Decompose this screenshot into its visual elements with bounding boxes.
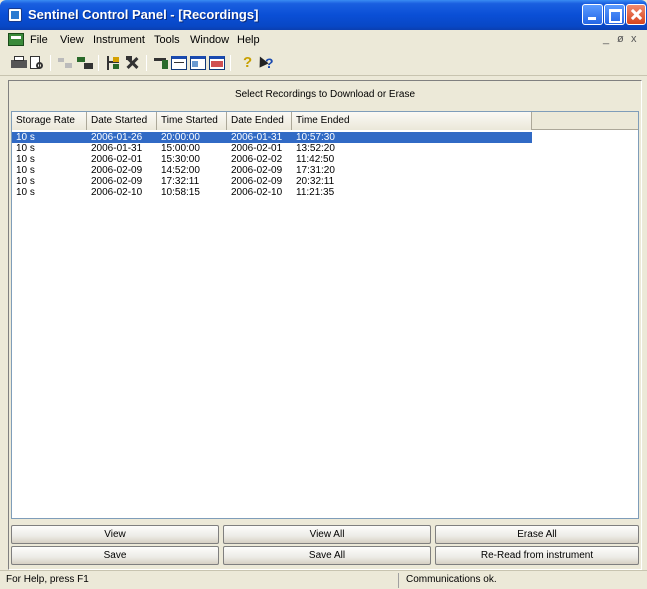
cell-storage-rate: 10 s — [16, 187, 35, 198]
window-icon-1[interactable] — [170, 54, 188, 72]
cell-date-ended: 2006-02-09 — [231, 165, 283, 176]
cell-time-ended: 10:57:30 — [296, 132, 335, 143]
help-icon[interactable]: ? — [238, 54, 256, 72]
save-button[interactable]: Save — [11, 546, 219, 565]
status-help-text: For Help, press F1 — [6, 574, 89, 585]
connect-icon[interactable] — [76, 54, 94, 72]
cell-date-ended: 2006-01-31 — [231, 132, 283, 143]
close-button[interactable] — [626, 4, 646, 25]
cell-date-started: 2006-02-09 — [91, 165, 143, 176]
table-row[interactable]: 10 s 2006-02-09 14:52:00 2006-02-09 17:3… — [12, 165, 532, 176]
cell-date-started: 2006-02-10 — [91, 187, 143, 198]
mdi-restore-button[interactable]: ø — [617, 33, 624, 45]
cell-storage-rate: 10 s — [16, 165, 35, 176]
app-icon[interactable] — [8, 8, 22, 22]
toolbar-separator — [146, 55, 147, 71]
reread-button[interactable]: Re-Read from instrument — [435, 546, 639, 565]
cell-time-ended: 11:21:35 — [296, 187, 335, 198]
view-all-button[interactable]: View All — [223, 525, 431, 544]
cell-date-started: 2006-01-26 — [91, 132, 143, 143]
toolbar-separator — [98, 55, 99, 71]
window-icon-3[interactable] — [208, 54, 226, 72]
context-help-icon[interactable]: ? — [255, 54, 274, 72]
disconnect-icon[interactable] — [56, 54, 74, 72]
cell-storage-rate: 10 s — [16, 132, 35, 143]
cell-time-started: 14:52:00 — [161, 165, 200, 176]
menu-window[interactable]: Window — [190, 34, 229, 46]
cell-date-started: 2006-02-09 — [91, 176, 143, 187]
erase-all-button[interactable]: Erase All — [435, 525, 639, 544]
cell-time-started: 15:30:00 — [161, 154, 200, 165]
maximize-button[interactable] — [604, 4, 625, 25]
cell-time-started: 10:58:15 — [161, 187, 200, 198]
column-header-time-ended[interactable]: Time Ended — [292, 112, 532, 130]
cell-time-ended: 20:32:11 — [296, 176, 335, 187]
status-comms-text: Communications ok. — [406, 574, 497, 585]
table-row[interactable]: 10 s 2006-02-10 10:58:15 2006-02-10 11:2… — [12, 187, 532, 198]
view-button[interactable]: View — [11, 525, 219, 544]
recordings-panel: Select Recordings to Download or Erase S… — [8, 80, 642, 570]
cell-storage-rate: 10 s — [16, 176, 35, 187]
table-row[interactable]: 10 s 2006-02-01 15:30:00 2006-02-02 11:4… — [12, 154, 532, 165]
app-window: Sentinel Control Panel - [Recordings] Fi… — [0, 0, 647, 589]
status-bar: For Help, press F1 Communications ok. — [0, 570, 647, 589]
column-header-time-started[interactable]: Time Started — [157, 112, 227, 130]
print-icon[interactable] — [10, 54, 28, 72]
window-title: Sentinel Control Panel - [Recordings] — [28, 7, 259, 22]
panel-heading: Select Recordings to Download or Erase — [234, 89, 416, 100]
cell-date-ended: 2006-02-10 — [231, 187, 283, 198]
mdi-minimize-button[interactable]: _ — [603, 33, 609, 45]
mdi-close-button[interactable]: x — [631, 33, 637, 45]
menu-instrument[interactable]: Instrument — [93, 34, 145, 46]
menu-bar: File View Instrument Tools Window Help _… — [0, 30, 647, 50]
network-tree-icon[interactable] — [104, 54, 122, 72]
toolbar-separator — [50, 55, 51, 71]
pin-tool-icon[interactable] — [152, 54, 170, 72]
cell-storage-rate: 10 s — [16, 154, 35, 165]
column-header-date-ended[interactable]: Date Ended — [227, 112, 292, 130]
cell-time-ended: 17:31:20 — [296, 165, 335, 176]
table-row[interactable]: 10 s 2006-01-26 20:00:00 2006-01-31 10:5… — [12, 132, 532, 143]
menu-help[interactable]: Help — [237, 34, 260, 46]
column-header-storage-rate[interactable]: Storage Rate — [12, 112, 87, 130]
print-preview-icon[interactable] — [28, 54, 46, 72]
cell-storage-rate: 10 s — [16, 143, 35, 154]
menu-view[interactable]: View — [60, 34, 84, 46]
table-row[interactable]: 10 s 2006-01-31 15:00:00 2006-02-01 13:5… — [12, 143, 532, 154]
cell-time-started: 20:00:00 — [161, 132, 200, 143]
table-row[interactable]: 10 s 2006-02-09 17:32:11 2006-02-09 20:3… — [12, 176, 532, 187]
list-header: Storage Rate Date Started Time Started D… — [12, 112, 638, 130]
cell-date-ended: 2006-02-02 — [231, 154, 283, 165]
menu-file[interactable]: File — [30, 34, 48, 46]
cell-time-started: 17:32:11 — [161, 176, 200, 187]
recordings-list[interactable]: Storage Rate Date Started Time Started D… — [11, 111, 639, 519]
column-header-date-started[interactable]: Date Started — [87, 112, 157, 130]
cell-time-ended: 11:42:50 — [296, 154, 335, 165]
tools-icon[interactable] — [124, 54, 142, 72]
cell-time-ended: 13:52:20 — [296, 143, 335, 154]
status-divider — [398, 573, 399, 588]
document-icon[interactable] — [8, 33, 24, 46]
minimize-button[interactable] — [582, 4, 603, 25]
cell-date-started: 2006-02-01 — [91, 154, 143, 165]
menu-tools[interactable]: Tools — [154, 34, 180, 46]
title-bar[interactable]: Sentinel Control Panel - [Recordings] — [0, 0, 647, 30]
cell-date-started: 2006-01-31 — [91, 143, 143, 154]
cell-time-started: 15:00:00 — [161, 143, 200, 154]
save-all-button[interactable]: Save All — [223, 546, 431, 565]
cell-date-ended: 2006-02-09 — [231, 176, 283, 187]
toolbar: ? ? — [0, 50, 647, 76]
toolbar-separator — [230, 55, 231, 71]
cell-date-ended: 2006-02-01 — [231, 143, 283, 154]
window-icon-2[interactable] — [189, 54, 207, 72]
